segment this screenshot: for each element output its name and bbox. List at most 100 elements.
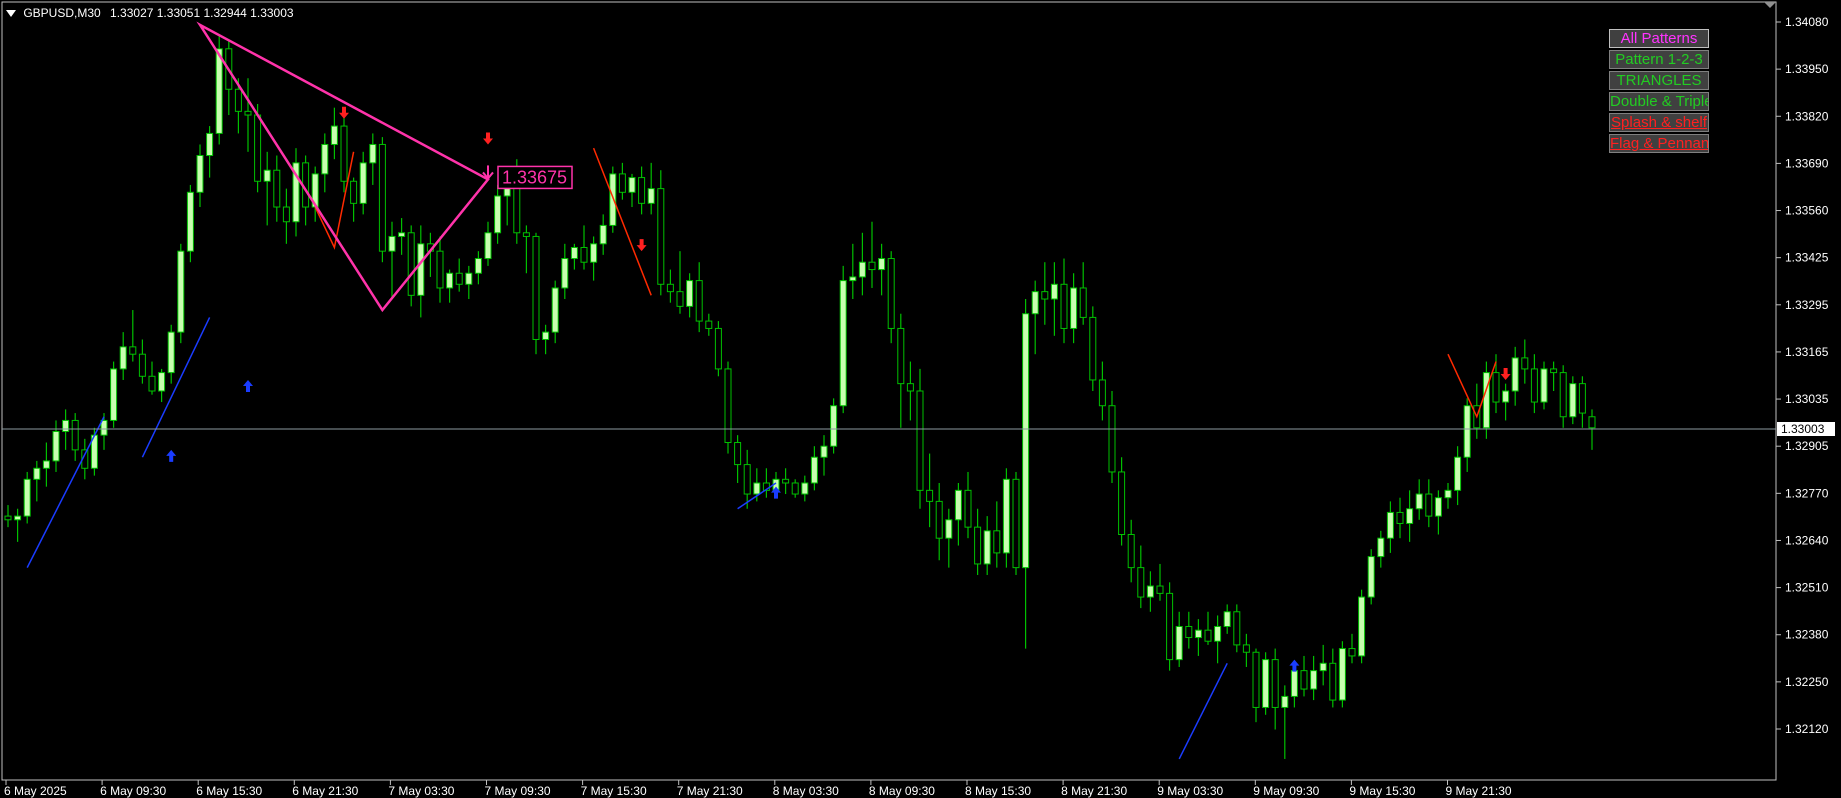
candle-body (1415, 493, 1423, 510)
candle-body (1511, 357, 1519, 392)
candle-body (1271, 659, 1279, 708)
candle-body (753, 482, 761, 495)
candle-body (590, 243, 598, 263)
candle (609, 166, 617, 233)
candle-body (129, 346, 137, 355)
current-price-label: 1.33003 (1781, 422, 1825, 436)
candle-body (1146, 585, 1154, 598)
candle-body (1434, 497, 1442, 517)
candle-body (1242, 644, 1250, 653)
pattern-button-double-triple[interactable]: Double & Triple (1609, 92, 1709, 111)
candle-body (1041, 291, 1049, 300)
candle-body (1502, 390, 1510, 403)
candle-body (570, 246, 578, 260)
candle-body (1338, 648, 1346, 701)
candle (830, 398, 838, 454)
price-tick-label: 1.32770 (1785, 486, 1829, 500)
candle-body (1454, 456, 1462, 491)
candle-body (52, 430, 60, 462)
candle-body (273, 169, 281, 208)
candle (1569, 376, 1577, 425)
candle-body (580, 246, 588, 263)
candle-body (4, 515, 12, 521)
candle-body (186, 191, 194, 252)
dropdown-triangle-icon[interactable] (6, 10, 16, 18)
time-tick-label: 7 May 09:30 (485, 784, 551, 798)
candle-body (177, 250, 185, 333)
candle-body (551, 287, 559, 333)
candle-body (1194, 629, 1202, 639)
ohlc-values: 1.33027 1.33051 1.32944 1.33003 (110, 6, 294, 20)
time-tick-label: 6 May 09:30 (100, 784, 166, 798)
candle-body (1252, 651, 1260, 708)
candle-body (1425, 493, 1433, 517)
time-tick-label: 9 May 21:30 (1446, 784, 1512, 798)
candle-body (1012, 478, 1020, 569)
pattern-button-splash-shelf[interactable]: Splash & shelf (1609, 113, 1709, 132)
candle-body (849, 276, 857, 282)
candle-body (234, 88, 242, 112)
price-tick-label: 1.32510 (1785, 581, 1829, 595)
candle-body (628, 177, 636, 193)
candle-body (676, 291, 684, 307)
candle-body (369, 143, 377, 164)
pattern-button-flag-pennant[interactable]: Flag & Pennant (1609, 134, 1709, 153)
candle (177, 243, 185, 344)
candle-body (1223, 611, 1231, 627)
candle-body (1406, 508, 1414, 524)
candle-body (359, 162, 367, 204)
candle-body (465, 272, 473, 285)
candle-body (1022, 313, 1030, 569)
candle-body (100, 419, 108, 436)
candle-body (1204, 629, 1212, 642)
time-tick-label: 9 May 15:30 (1349, 784, 1415, 798)
candle-body (1386, 511, 1394, 539)
time-tick-label: 7 May 03:30 (388, 784, 454, 798)
pattern-button-all-patterns[interactable]: All Patterns (1609, 29, 1709, 48)
candle-body (1348, 648, 1356, 657)
candle-body (1108, 405, 1116, 473)
candle-body (868, 261, 876, 271)
candle-body (254, 114, 262, 182)
price-tick-label: 1.33560 (1785, 204, 1829, 218)
candle-body (244, 110, 252, 116)
candle-body (1079, 287, 1087, 318)
candle-body (1166, 592, 1174, 661)
candle-body (446, 272, 454, 289)
pattern-selector-panel: All Patterns Pattern 1-2-3 TRIANGLES Double… (1609, 29, 1709, 155)
candle-body (378, 143, 386, 252)
candle-body (782, 478, 790, 484)
candle-body (724, 368, 732, 444)
candle-body (1060, 283, 1068, 329)
pattern-button-triangles[interactable]: TRIANGLES (1609, 71, 1709, 90)
candle-body (62, 419, 70, 432)
price-tick-label: 1.32120 (1785, 722, 1829, 736)
candle-body (1319, 662, 1327, 672)
price-tick-label: 1.32905 (1785, 439, 1829, 453)
price-tick-label: 1.33035 (1785, 392, 1829, 406)
pattern-button-pattern-1-2-3[interactable]: Pattern 1-2-3 (1609, 50, 1709, 69)
candle (110, 361, 118, 428)
candle (23, 471, 31, 524)
candle-body (599, 224, 607, 245)
candle-body (1492, 372, 1500, 403)
candle-body (1300, 670, 1308, 690)
candle-body (33, 467, 41, 480)
triangle-price-label: 1.33675 (502, 167, 567, 187)
candle-body (830, 405, 838, 447)
candle-body (657, 188, 665, 285)
candle-body (1214, 625, 1222, 642)
candle (839, 265, 847, 414)
candle-body (474, 258, 482, 274)
candle-body (1540, 368, 1548, 403)
candle-body (887, 258, 895, 329)
candle-body (71, 419, 79, 451)
candle (1482, 361, 1490, 439)
price-chart[interactable]: 1.33675 1.34080 1.33950 1.33820 1.33690 1.33… (0, 0, 1841, 798)
candle-body (945, 519, 953, 539)
candle-body (906, 383, 914, 392)
candle-body (330, 125, 338, 145)
candle-body (407, 232, 415, 296)
symbol-label: GBPUSD,M30 (23, 6, 101, 20)
time-tick-label: 8 May 09:30 (869, 784, 935, 798)
